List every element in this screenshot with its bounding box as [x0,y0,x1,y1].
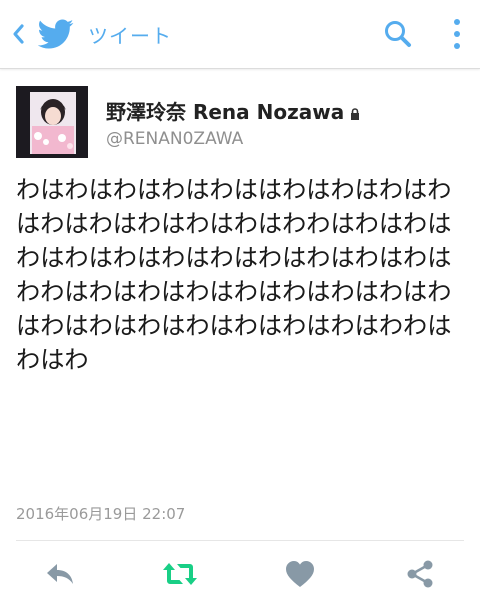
app-bar: ツイート [0,0,480,69]
profile-photo [16,86,88,158]
divider [16,540,464,541]
display-name-text: 野澤玲奈 Rena Nozawa [106,100,345,124]
reply-button[interactable] [42,556,78,592]
back-button[interactable] [6,20,30,48]
reply-icon [47,564,73,584]
like-button[interactable] [282,556,318,592]
chevron-left-icon [13,24,24,44]
twitter-bird-icon[interactable] [38,16,74,52]
page-title: ツイート [88,24,172,48]
tweet-text: わはわはわはわはわははわはわはわはわはわはわはわはわはわはわわはわはわはわはわは… [16,176,452,374]
share-icon [407,560,433,588]
retweet-icon [163,563,197,585]
more-options-button[interactable] [448,16,466,52]
tweet-timestamp: 2016年06月19日 22:07 [16,505,186,523]
share-button[interactable] [402,556,438,592]
heart-icon [286,561,314,587]
search-button[interactable] [382,18,414,50]
lock-icon [351,108,360,120]
avatar[interactable] [16,86,88,158]
vertical-dots-icon [454,19,460,49]
search-icon [385,21,411,47]
retweet-button[interactable] [162,556,198,592]
display-name[interactable]: 野澤玲奈 Rena Nozawa [106,96,360,125]
screen-name[interactable]: @RENAN0ZAWA [106,129,243,149]
